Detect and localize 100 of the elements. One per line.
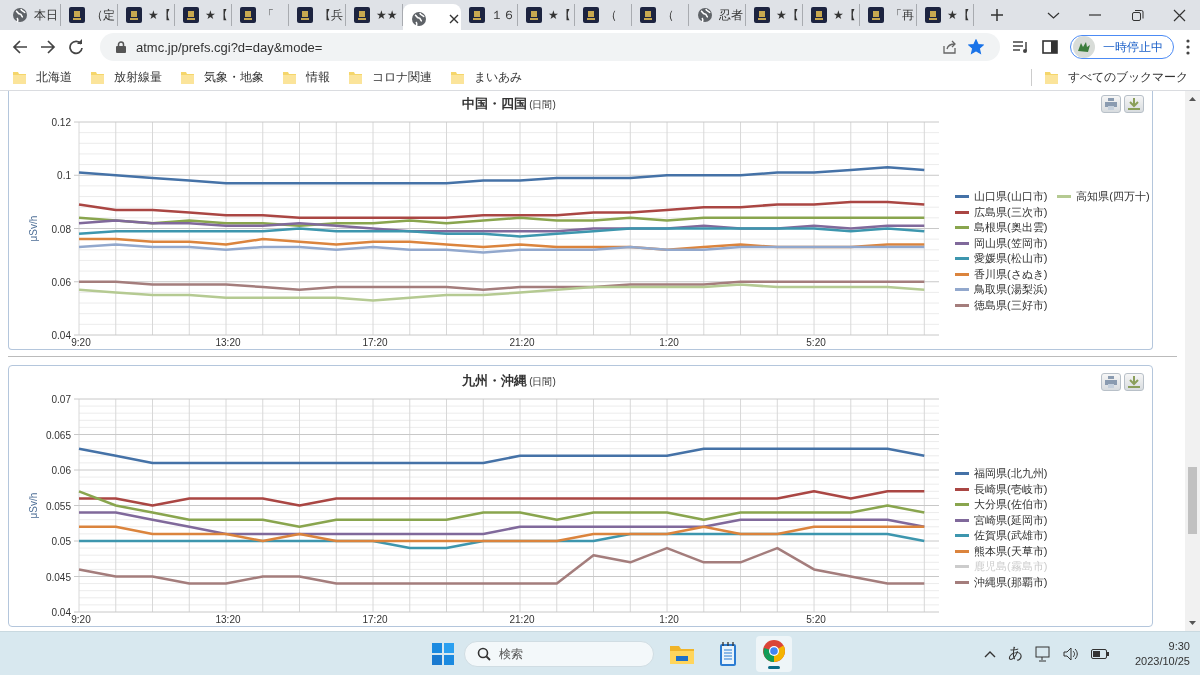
- folder-icon: [282, 69, 297, 85]
- site-favicon-icon: [183, 7, 199, 23]
- browser-tab[interactable]: 【兵: [289, 4, 346, 26]
- browser-tab[interactable]: １６: [461, 4, 518, 26]
- legend-item[interactable]: 島根県(奥出雲): [955, 220, 1048, 236]
- legend-item[interactable]: 広島県(三次市): [955, 204, 1048, 220]
- axis-label: 21:20: [509, 337, 535, 348]
- browser-tab[interactable]: 忍者: [689, 4, 746, 26]
- axis-label: 0.065: [45, 429, 71, 441]
- chrome-icon: [762, 638, 786, 663]
- printer-icon: [1105, 376, 1117, 388]
- chart-title: 九州・沖縄: [462, 373, 528, 388]
- axis-title: μSv/h: [28, 215, 39, 242]
- legend-item[interactable]: 山口県(山口市): [955, 189, 1048, 205]
- site-favicon-icon: [354, 7, 370, 23]
- download-icon: [1128, 98, 1140, 110]
- printer-icon: [1105, 98, 1117, 110]
- taskbar-app[interactable]: [756, 635, 792, 672]
- browser-tab[interactable]: ★【: [746, 4, 803, 26]
- download-button[interactable]: [1124, 373, 1144, 391]
- scrollbar[interactable]: [1185, 91, 1200, 631]
- search-field[interactable]: 検索: [464, 640, 654, 667]
- bookmark-folder[interactable]: まいあみ: [450, 68, 522, 86]
- browser-tab[interactable]: ★【: [917, 4, 974, 26]
- axis-label: 21:20: [509, 614, 535, 625]
- more-menu-icon[interactable]: [1186, 39, 1190, 55]
- legend-item[interactable]: 沖縄県(那覇市): [955, 574, 1048, 590]
- browser-tab[interactable]: 「再: [860, 4, 917, 26]
- browser-tab[interactable]: （: [575, 4, 632, 26]
- clock-date[interactable]: 2023/10/25: [1134, 653, 1190, 669]
- plus-icon: [991, 9, 1003, 21]
- address-bar[interactable]: atmc.jp/prefs.cgi?d=day&mode=: [100, 33, 1000, 61]
- browser-tab[interactable]: （定: [61, 4, 118, 26]
- legend-item[interactable]: 熊本県(天草市): [955, 543, 1048, 559]
- bookmark-folder[interactable]: すべてのブックマーク: [1031, 68, 1188, 86]
- download-button[interactable]: [1124, 95, 1144, 113]
- star-icon[interactable]: [968, 39, 984, 55]
- volume-icon[interactable]: [1062, 646, 1079, 661]
- side-panel-icon[interactable]: [1042, 39, 1058, 55]
- site-favicon-icon: [126, 7, 142, 23]
- axis-label: 9:20: [71, 614, 91, 625]
- clock-time[interactable]: 9:30: [1168, 638, 1190, 654]
- browser-tab[interactable]: ★【: [175, 4, 232, 26]
- legend-item[interactable]: 宮崎県(延岡市): [955, 512, 1048, 528]
- legend-item[interactable]: 香川県(さぬき): [955, 266, 1048, 282]
- browser-tab[interactable]: ★【: [803, 4, 860, 26]
- axis-label: 5:20: [806, 337, 826, 348]
- axis-label: 17:20: [362, 614, 388, 625]
- axis-label: 0.06: [51, 465, 71, 476]
- reload-icon[interactable]: [68, 39, 84, 55]
- ime-indicator[interactable]: あ: [1007, 644, 1023, 663]
- bookmark-folder[interactable]: 気象・地象: [180, 68, 264, 86]
- legend-item[interactable]: 長崎県(壱岐市): [955, 481, 1048, 497]
- site-favicon-icon: [583, 7, 599, 23]
- scroll-down-icon: [1189, 621, 1196, 625]
- axis-label: 0.1: [57, 170, 71, 182]
- axis-label: 0.12: [51, 117, 71, 128]
- site-favicon-icon: [526, 7, 542, 23]
- browser-tab[interactable]: ★【: [518, 4, 575, 26]
- close-icon: [1172, 8, 1186, 22]
- close-icon[interactable]: [449, 14, 459, 24]
- chevron-up-icon[interactable]: [983, 649, 996, 658]
- share-icon[interactable]: [942, 39, 958, 55]
- bookmark-folder[interactable]: 放射線量: [90, 68, 162, 86]
- print-button[interactable]: [1101, 373, 1121, 391]
- media-list-icon[interactable]: [1012, 39, 1030, 55]
- browser-tab[interactable]: ★★: [346, 4, 403, 26]
- back-icon[interactable]: [12, 39, 28, 55]
- globe-icon: [697, 7, 713, 23]
- legend-item[interactable]: 愛媛県(松山市): [955, 251, 1048, 267]
- globe-icon: [12, 7, 28, 23]
- legend-item[interactable]: 徳島県(三好市): [955, 297, 1048, 313]
- axis-label: 9:20: [71, 337, 91, 348]
- maximize-icon: [1130, 8, 1144, 22]
- browser-tab[interactable]: ★【: [118, 4, 175, 26]
- legend-item[interactable]: 佐賀県(武雄市): [955, 528, 1048, 544]
- chart-subtitle: (日間): [529, 376, 556, 387]
- bookmark-folder[interactable]: コロナ関連: [348, 68, 432, 86]
- scrollbar-thumb[interactable]: [1188, 467, 1197, 534]
- browser-tab[interactable]: （: [632, 4, 689, 26]
- browser-tab[interactable]: 本日: [4, 4, 61, 26]
- lock-icon: [116, 41, 126, 53]
- browser-tab[interactable]: 「: [232, 4, 289, 26]
- site-favicon-icon: [754, 7, 770, 23]
- bookmark-folder[interactable]: 情報: [282, 68, 330, 86]
- windows-start-icon[interactable]: [432, 642, 454, 665]
- network-icon[interactable]: [1034, 645, 1051, 662]
- legend-item[interactable]: 高知県(四万十): [1057, 189, 1150, 205]
- legend-item[interactable]: 鳥取県(湯梨浜): [955, 282, 1048, 298]
- axis-label: 0.055: [45, 500, 71, 512]
- print-button[interactable]: [1101, 95, 1121, 113]
- legend-item[interactable]: 福岡県(北九州): [955, 466, 1048, 482]
- legend-item[interactable]: 岡山県(笠岡市): [955, 235, 1048, 251]
- battery-icon[interactable]: [1090, 648, 1109, 659]
- forward-icon[interactable]: [40, 39, 56, 55]
- bookmark-folder[interactable]: 北海道: [12, 68, 72, 86]
- axis-label: 0.08: [51, 223, 71, 235]
- site-favicon-icon: [925, 7, 941, 23]
- site-favicon-icon: [297, 7, 313, 23]
- legend-item[interactable]: 大分県(佐伯市): [955, 497, 1048, 513]
